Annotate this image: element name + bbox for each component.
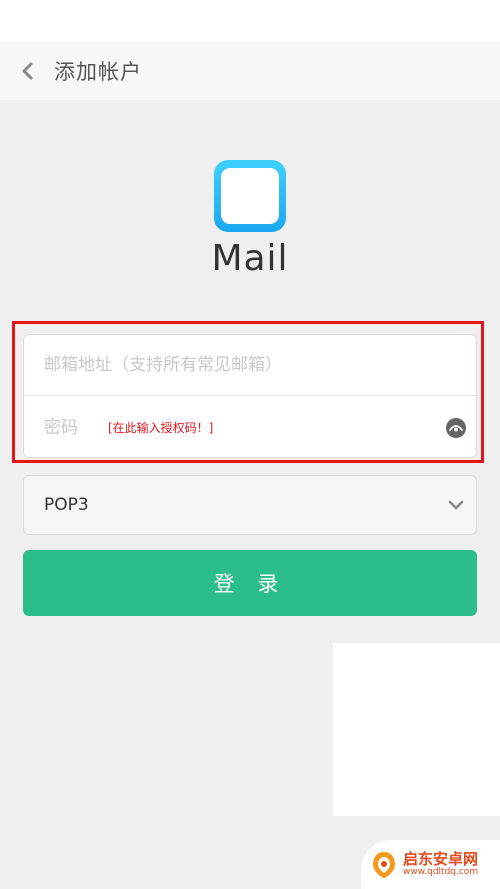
annotation-highlight-box — [12, 321, 484, 463]
blank-panel — [333, 643, 500, 816]
watermark-url: www.qdltdq.com — [403, 866, 479, 877]
protocol-select[interactable]: POP3 — [23, 475, 477, 535]
watermark-logo-icon — [373, 851, 395, 878]
app-name: Mail — [211, 238, 289, 279]
protocol-selected-value: POP3 — [44, 495, 89, 515]
login-button[interactable]: 登 录 — [23, 550, 477, 616]
mail-app-icon — [214, 160, 286, 232]
page-title: 添加帐户 — [54, 60, 142, 84]
chevron-down-icon — [448, 500, 464, 510]
site-watermark: 启东安卓网 www.qdltdq.com — [361, 840, 500, 889]
chevron-left-icon — [22, 62, 33, 80]
back-button[interactable] — [0, 42, 54, 100]
app-header: 添加帐户 — [0, 42, 500, 100]
status-bar-area — [0, 0, 500, 42]
mail-app-icon-inner — [221, 168, 279, 224]
watermark-title: 启东安卓网 — [403, 849, 479, 868]
app-logo-block: Mail — [0, 160, 500, 279]
